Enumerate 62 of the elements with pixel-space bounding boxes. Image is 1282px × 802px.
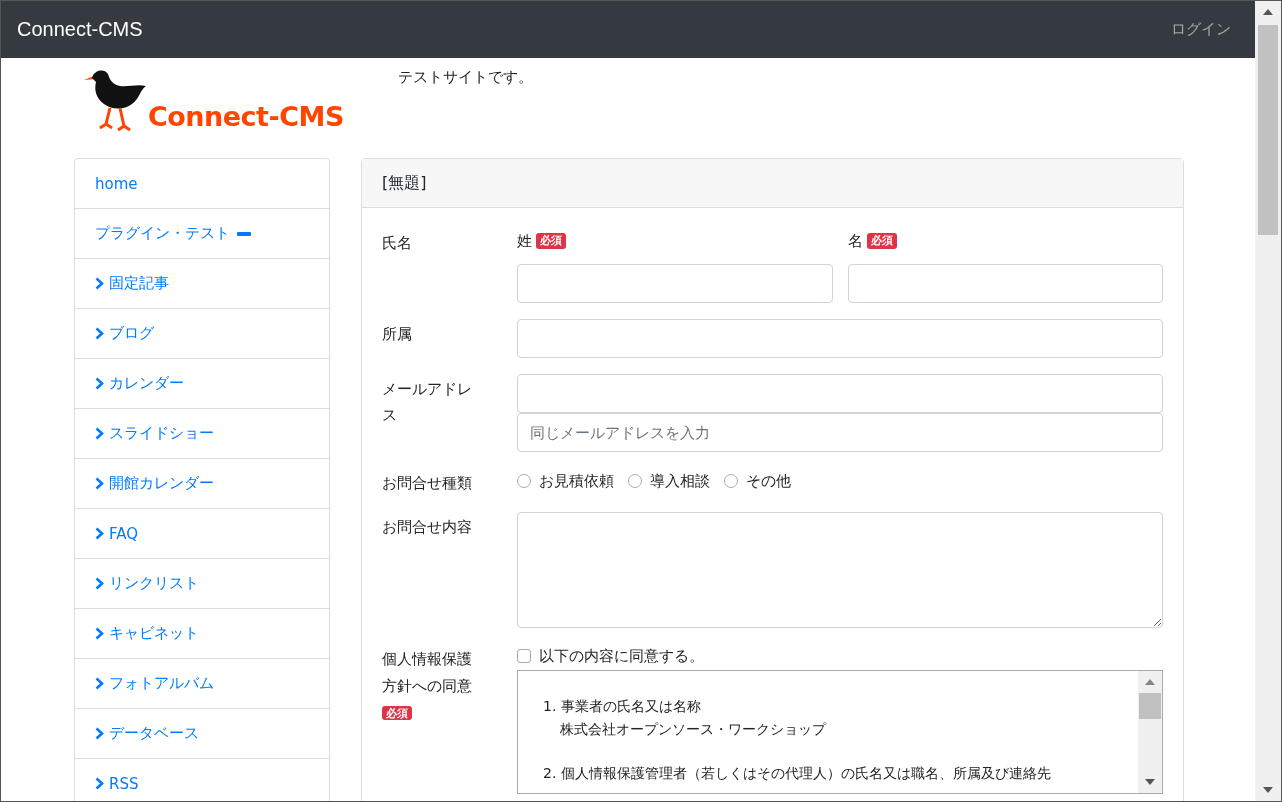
sidebar-item[interactable]: FAQ [75,509,330,559]
site-brand[interactable]: Connect-CMS [17,18,143,41]
input-field[interactable] [517,374,1163,413]
required-badge: 必須 [866,233,897,249]
chevron-right-icon [95,377,104,390]
policy-heading: 2. 個人情報保護管理者（若しくはその代理人）の氏名又は職名、所属及び連絡先 [543,764,1052,784]
field-label: 所属 [382,324,414,345]
scrollbar[interactable] [1255,1,1281,801]
input-field[interactable] [517,319,1163,358]
input-field[interactable] [847,264,1163,303]
sidebar-item[interactable]: キャビネット [75,609,330,659]
textarea-field[interactable] [517,512,1163,629]
chevron-right-icon [95,477,104,490]
sidebar-item[interactable]: データベース [75,709,330,759]
field-label: 個人情報保護方針への同意 [382,649,474,697]
sidebar-item[interactable]: 開館カレンダー [75,459,330,509]
chevron-right-icon [95,677,104,690]
login-link[interactable]: ログイン [1171,20,1231,39]
scroll-up-icon[interactable] [1263,9,1273,15]
scroll-down-icon[interactable] [1263,787,1273,793]
scroll-down-icon[interactable] [1145,779,1155,786]
radio-label[interactable]: その他 [746,471,792,491]
field-label: 氏名 [382,233,414,254]
scroll-thumb[interactable] [1139,693,1161,720]
chevron-right-icon [95,277,104,290]
input-field[interactable] [517,264,833,303]
chevron-right-icon [95,527,104,540]
sidebar-item[interactable]: RSS [75,759,330,801]
scroll-up-icon[interactable] [1145,679,1155,686]
input-field[interactable]: 同じメールアドレスを入力 [517,413,1163,452]
field-label: メールアドレス [382,379,474,427]
chevron-right-icon [95,727,104,740]
chevron-right-icon [95,427,104,440]
sidebar-item[interactable]: ブログ [75,309,330,359]
checkbox[interactable] [517,649,532,664]
scroll-thumb[interactable] [1258,25,1278,235]
policy-text: 株式会社オープンソース・ワークショップ [559,719,828,739]
sidebar-item[interactable]: カレンダー [75,359,330,409]
sidebar-item[interactable]: スライドショー [75,409,330,459]
field-label: お問合せ内容 [382,517,474,539]
radio-label[interactable]: お見積依頼 [539,471,615,491]
sidebar-item[interactable]: home [75,159,330,209]
required-badge: 必須 [382,705,413,720]
chevron-right-icon [95,577,104,590]
site-tagline: テストサイトです。 [398,68,533,88]
card-title: [無題] [382,172,427,194]
chevron-right-icon [95,777,104,790]
sidebar-item[interactable]: プラグイン・テスト [75,209,330,259]
sidebar-item[interactable]: フォトアルバム [75,659,330,709]
chevron-right-icon [95,327,104,340]
chevron-right-icon [95,627,104,640]
required-badge: 必須 [536,233,567,249]
logo-text: Connect-CMS [148,101,344,132]
field-label: 姓 [517,231,533,251]
policy-heading: 1. 事業者の氏名又は名称 [543,697,702,717]
sidebar-item[interactable]: リンクリスト [75,559,330,609]
field-label: 名 [847,231,863,251]
field-label: お問合せ種類 [382,473,474,494]
scrollbar[interactable] [1138,671,1162,794]
sidebar-item[interactable]: 固定記事 [75,259,330,309]
checkbox-label[interactable]: 以下の内容に同意する。 [539,646,705,666]
radio-label[interactable]: 導入相談 [650,471,711,491]
